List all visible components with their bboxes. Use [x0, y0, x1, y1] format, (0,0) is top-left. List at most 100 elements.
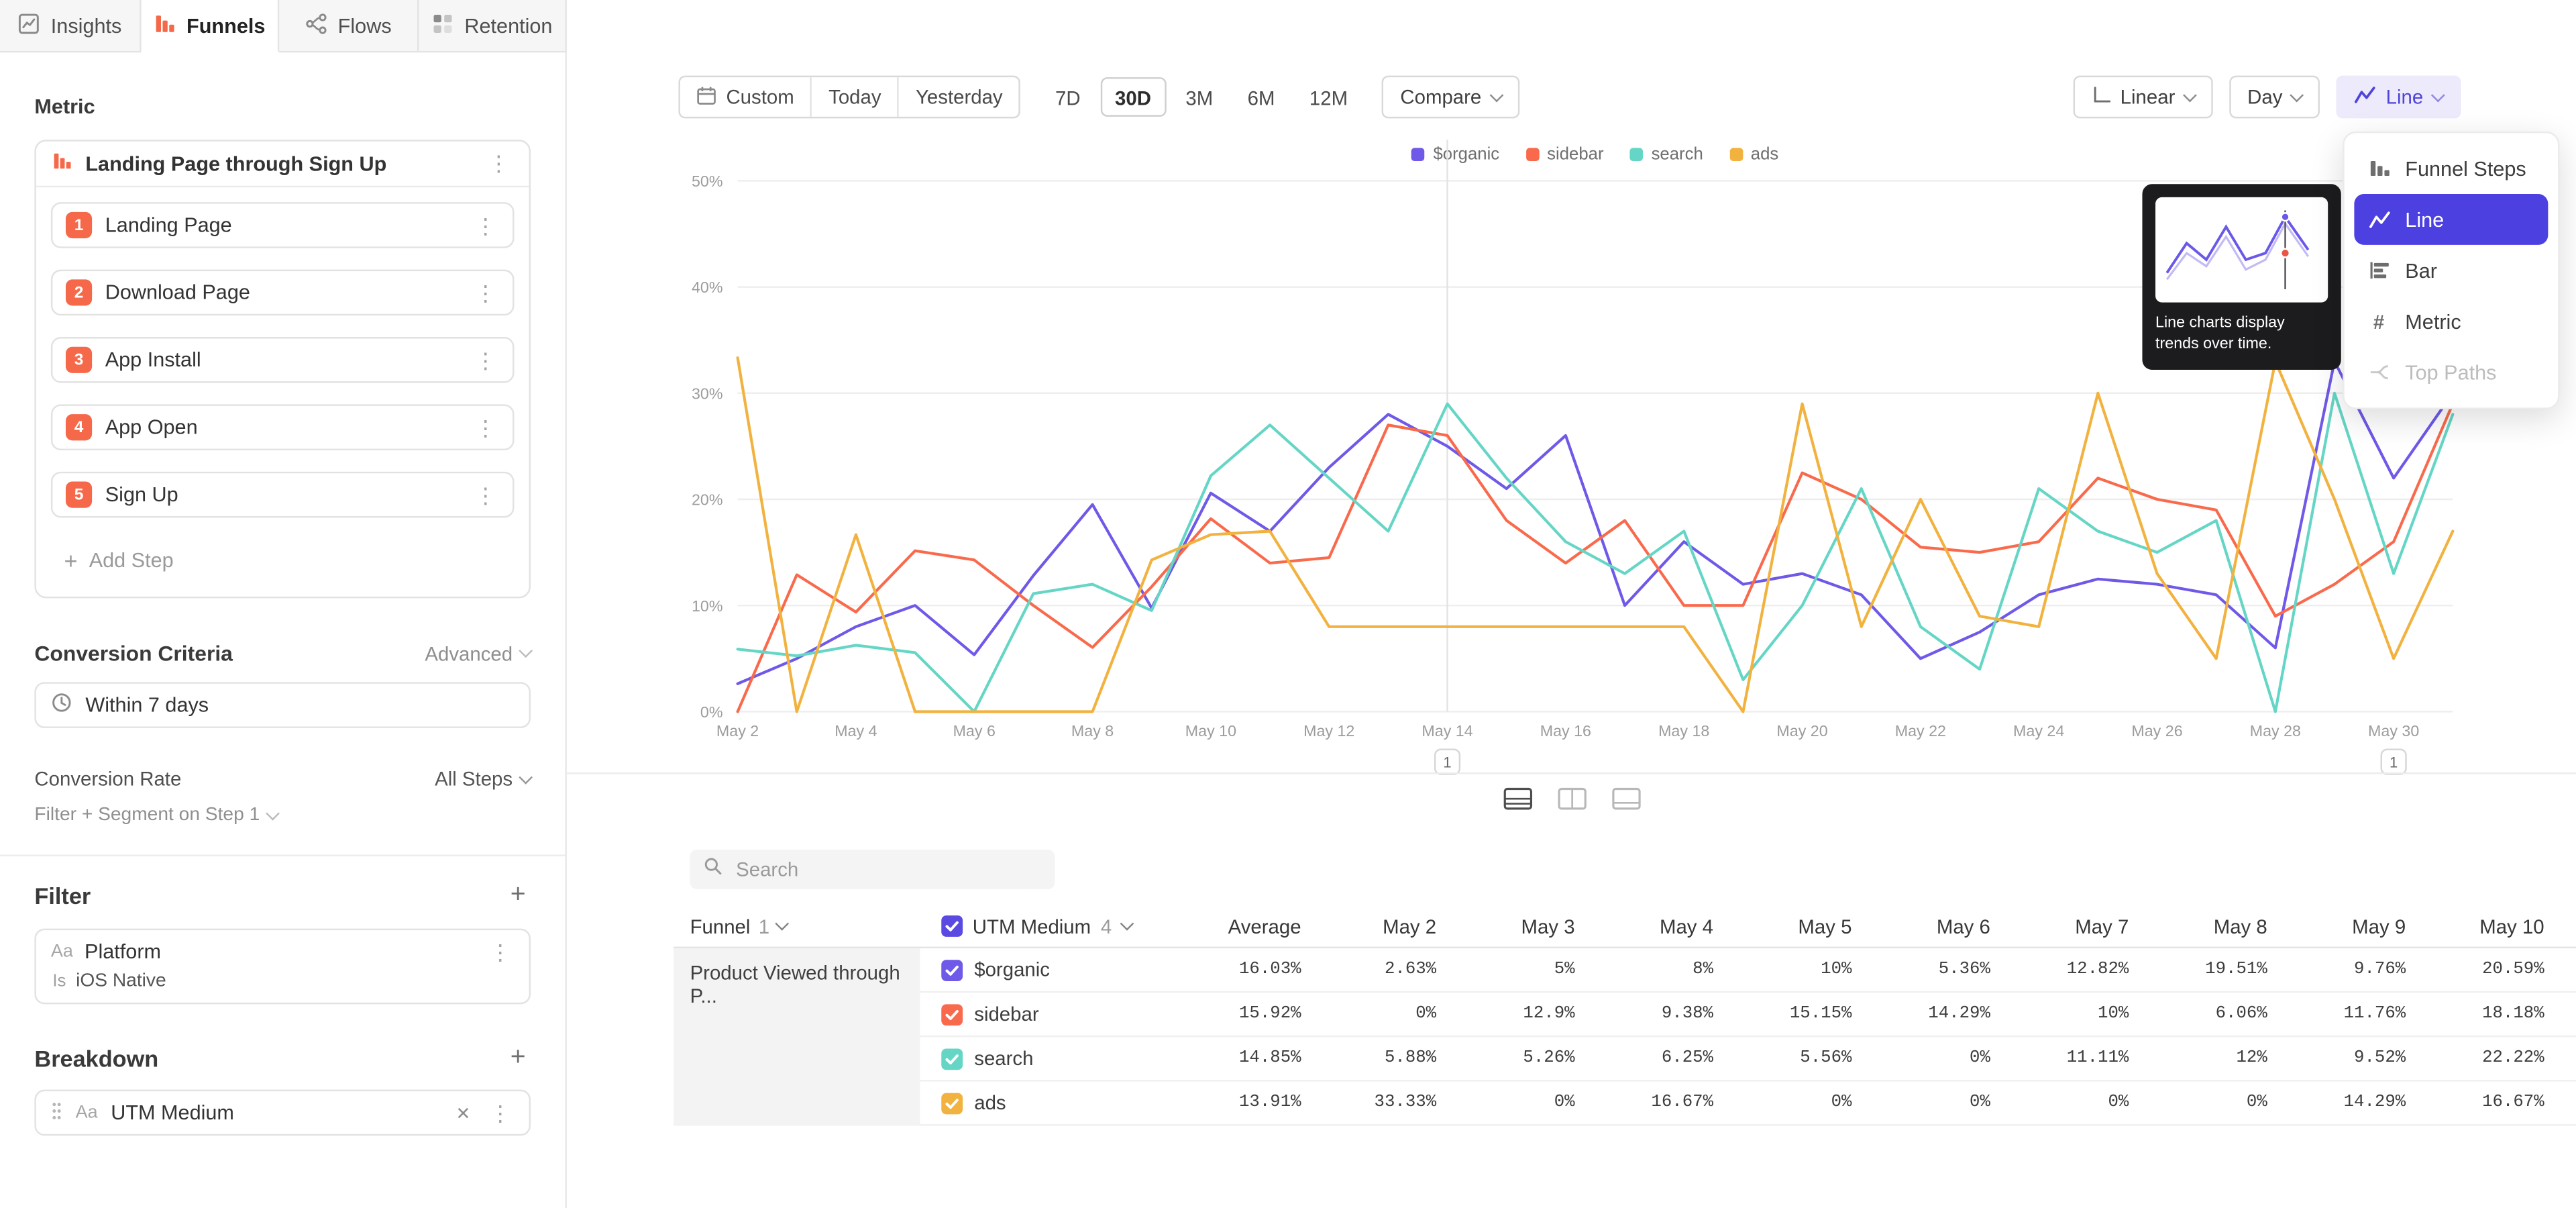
cell-value: 11.11% [1994, 1048, 2132, 1068]
menu-item-line[interactable]: Line [2354, 194, 2548, 245]
average-column-header[interactable]: Average [1228, 915, 1301, 938]
add-filter-button[interactable]: + [505, 881, 531, 911]
range-7d-button[interactable]: 7D [1040, 77, 1095, 117]
kebab-menu-icon[interactable]: ⋮ [486, 941, 515, 962]
cell-value: 0% [1440, 1093, 1578, 1113]
property-type-icon: Aa [76, 1103, 98, 1122]
menu-item-metric[interactable]: # Metric [2354, 296, 2548, 347]
kebab-menu-icon[interactable]: ⋮ [484, 153, 513, 174]
range-6m-button[interactable]: 6M [1233, 77, 1290, 117]
funnel-group-cell[interactable]: Product Viewed through P... [674, 948, 920, 1125]
svg-text:1: 1 [2390, 754, 2398, 771]
day-column-header[interactable]: May 8 [2132, 915, 2270, 938]
kebab-menu-icon[interactable]: ⋮ [472, 484, 500, 505]
svg-text:May 8: May 8 [1071, 722, 1114, 740]
series-checkbox[interactable] [941, 959, 963, 980]
range-12m-button[interactable]: 12M [1295, 77, 1362, 117]
grip-icon[interactable] [51, 1101, 62, 1125]
menu-item-funnel-steps[interactable]: Funnel Steps [2354, 143, 2548, 194]
day-column-header[interactable]: May 10 [2409, 915, 2547, 938]
breakdown-item[interactable]: Aa UTM Medium × ⋮ [34, 1090, 531, 1136]
add-breakdown-button[interactable]: + [505, 1044, 531, 1073]
day-column-header[interactable]: May 3 [1440, 915, 1578, 938]
average-value: 13.91% [1239, 1093, 1301, 1113]
add-step-button[interactable]: + Add Step [51, 539, 515, 582]
step-number-badge: 5 [66, 482, 92, 508]
view-layout-toggles [567, 783, 2576, 814]
svg-text:50%: 50% [692, 172, 723, 190]
tab-retention[interactable]: Retention [419, 0, 566, 52]
chart-type-tooltip: Line charts display trends over time. [2142, 184, 2341, 369]
day-column-header[interactable]: May 2 [1301, 915, 1440, 938]
funnels-icon [154, 12, 175, 38]
yesterday-button[interactable]: Yesterday [898, 77, 1019, 117]
breakdown-column-header[interactable]: UTM Medium 4 Average [920, 915, 1301, 938]
conversion-window[interactable]: Within 7 days [34, 682, 531, 728]
line-chart-icon [2355, 85, 2376, 109]
series-checkbox[interactable] [941, 1048, 963, 1069]
series-cell: $organic16.03% [920, 958, 1301, 981]
cell-value: 9.52% [2271, 1048, 2409, 1068]
kebab-menu-icon[interactable]: ⋮ [472, 417, 500, 438]
top-paths-icon [2367, 361, 2390, 384]
linear-scale-button[interactable]: Linear [2073, 76, 2213, 119]
kebab-menu-icon[interactable]: ⋮ [472, 282, 500, 303]
custom-date-button[interactable]: Custom [680, 77, 810, 117]
svg-text:May 26: May 26 [2131, 722, 2182, 740]
close-icon[interactable]: × [453, 1101, 473, 1124]
funnel-step[interactable]: 1 Landing Page ⋮ [51, 202, 515, 248]
funnel-title: Landing Page through Sign Up [85, 152, 472, 175]
funnel-step[interactable]: 3 App Install ⋮ [51, 337, 515, 383]
chart-type-button[interactable]: Line [2337, 76, 2461, 119]
day-column-header[interactable]: May 7 [1994, 915, 2132, 938]
tab-flows[interactable]: Flows [279, 0, 419, 52]
funnel-step[interactable]: 2 Download Page ⋮ [51, 270, 515, 316]
cell-value: 33.33% [1301, 1093, 1440, 1113]
layout-columns-icon[interactable] [1552, 783, 1591, 814]
advanced-label: Advanced [425, 642, 513, 664]
menu-item-bar[interactable]: Bar [2354, 245, 2548, 296]
day-column-header[interactable]: May 6 [1855, 915, 1993, 938]
today-button[interactable]: Today [810, 77, 898, 117]
table-body: Product Viewed through P... $organic16.0… [674, 948, 2576, 1125]
funnel-step[interactable]: 5 Sign Up ⋮ [51, 472, 515, 518]
advanced-dropdown[interactable]: Advanced [425, 642, 531, 664]
filter-item[interactable]: Aa Platform ⋮ Is iOS Native [34, 929, 531, 1005]
tab-funnels[interactable]: Funnels [142, 0, 280, 52]
breakdown-col-label: UTM Medium [973, 915, 1091, 938]
series-checkbox[interactable] [941, 1092, 963, 1113]
funnel-steps-icon [2367, 157, 2390, 180]
day-column-header[interactable]: May 9 [2271, 915, 2409, 938]
kebab-menu-icon[interactable]: ⋮ [472, 215, 500, 236]
kebab-menu-icon[interactable]: ⋮ [472, 349, 500, 370]
funnel-header[interactable]: Landing Page through Sign Up ⋮ [36, 142, 529, 188]
day-column-header[interactable]: May 4 [1578, 915, 1716, 938]
compare-label: Compare [1400, 85, 1481, 108]
layout-bottom-icon[interactable] [1606, 783, 1646, 814]
filter-segment-dropdown[interactable]: Filter + Segment on Step 1 [34, 805, 531, 825]
breakdown-heading: Breakdown [34, 1046, 158, 1072]
compare-button[interactable]: Compare [1382, 76, 1519, 119]
layout-rows-icon[interactable] [1497, 783, 1537, 814]
filter-value[interactable]: iOS Native [76, 971, 166, 991]
day-column-header[interactable]: May 5 [1717, 915, 1855, 938]
svg-text:May 30: May 30 [2368, 722, 2419, 740]
all-steps-dropdown[interactable]: All Steps [435, 768, 531, 791]
range-30d-button[interactable]: 30D [1100, 77, 1166, 117]
cell-value: 5.36% [1855, 960, 1993, 979]
chevron-down-icon [519, 644, 533, 658]
series-checkbox[interactable] [941, 1003, 963, 1025]
search-input[interactable] [733, 856, 1041, 883]
table-search[interactable] [690, 850, 1055, 889]
average-value: 15.92% [1239, 1004, 1301, 1023]
kebab-menu-icon[interactable]: ⋮ [486, 1102, 515, 1123]
interval-day-button[interactable]: Day [2229, 76, 2320, 119]
table-row: sidebar15.92%0%12.9%9.38%15.15%14.29%10%… [920, 993, 2576, 1037]
tab-insights[interactable]: Insights [0, 0, 142, 52]
range-3m-button[interactable]: 3M [1171, 77, 1228, 117]
funnel-column-header[interactable]: Funnel 1 [674, 915, 920, 938]
funnel-step[interactable]: 4 App Open ⋮ [51, 404, 515, 450]
cell-value: 5.88% [1301, 1048, 1440, 1068]
select-all-checkbox[interactable] [941, 915, 963, 937]
table-rows: $organic16.03%2.63%5%8%10%5.36%12.82%19.… [920, 948, 2576, 1125]
